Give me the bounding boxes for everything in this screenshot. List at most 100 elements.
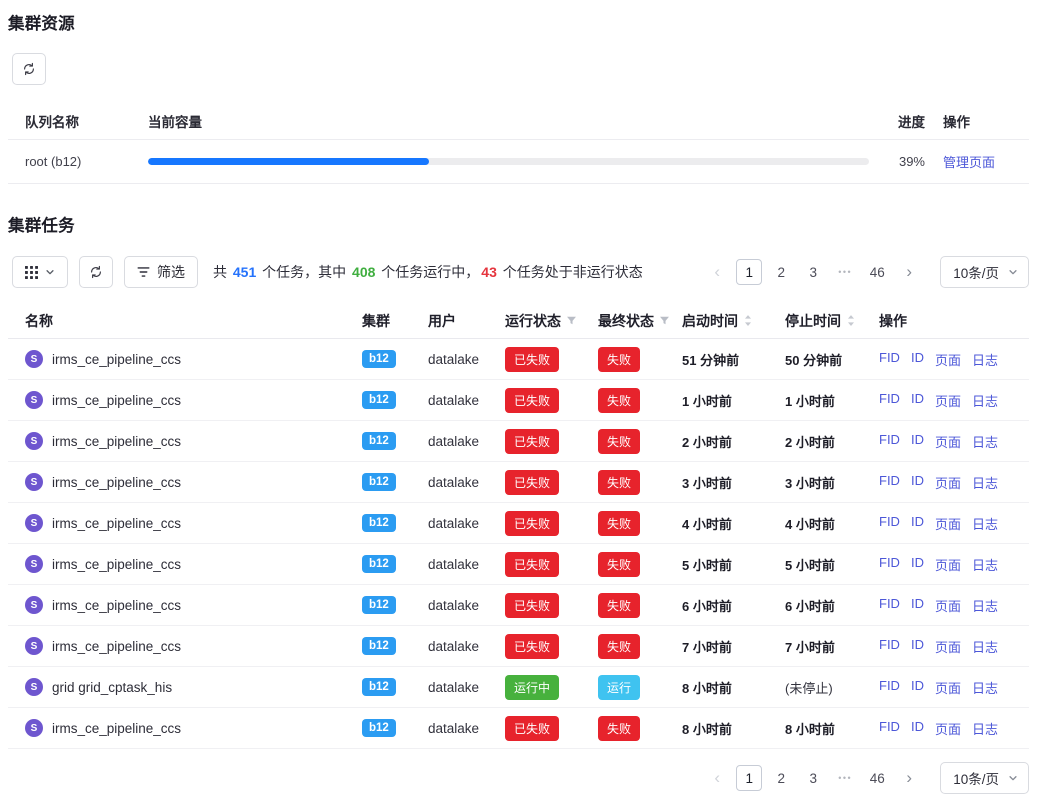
chevron-down-icon — [1008, 773, 1018, 783]
col-queue-name: 队列名称 — [8, 111, 148, 131]
action-link-log[interactable]: 日志 — [972, 637, 998, 656]
table-row: S irms_ce_pipeline_ccs b12 datalake 已失败 … — [8, 626, 1029, 667]
queue-name: root (b12) — [8, 154, 148, 169]
filter-button[interactable]: 筛选 — [124, 256, 198, 288]
action-link-fid[interactable]: FID — [879, 678, 900, 697]
action-link-page[interactable]: 页面 — [935, 555, 961, 574]
pagination-page-46[interactable]: 46 — [864, 765, 890, 791]
filter-funnel-icon[interactable] — [566, 315, 577, 326]
action-link-log[interactable]: 日志 — [972, 719, 998, 738]
table-row: S irms_ce_pipeline_ccs b12 datalake 已失败 … — [8, 585, 1029, 626]
action-link-id[interactable]: ID — [911, 350, 924, 369]
run-status-badge: 已失败 — [505, 716, 559, 741]
pagination-current-page[interactable]: 1 — [736, 765, 762, 791]
action-link-page[interactable]: 页面 — [935, 637, 961, 656]
action-link-fid[interactable]: FID — [879, 391, 900, 410]
final-status-badge: 失败 — [598, 388, 640, 413]
sort-icon[interactable] — [846, 313, 856, 328]
resources-refresh-button[interactable] — [12, 53, 46, 85]
cluster-tag: b12 — [362, 432, 396, 450]
action-link-page[interactable]: 页面 — [935, 473, 961, 492]
action-link-fid[interactable]: FID — [879, 719, 900, 738]
pagination-next[interactable]: › — [896, 259, 922, 285]
action-link-log[interactable]: 日志 — [972, 473, 998, 492]
action-link-page[interactable]: 页面 — [935, 432, 961, 451]
action-link-log[interactable]: 日志 — [972, 678, 998, 697]
page-size-select[interactable]: 10条/页 — [940, 256, 1029, 288]
action-link-fid[interactable]: FID — [879, 514, 900, 533]
action-link-id[interactable]: ID — [911, 596, 924, 615]
action-link-id[interactable]: ID — [911, 391, 924, 410]
pagination-next[interactable]: › — [896, 765, 922, 791]
pagination-page-3[interactable]: 3 — [800, 765, 826, 791]
start-time: 7 小时前 — [682, 637, 785, 656]
action-link-page[interactable]: 页面 — [935, 678, 961, 697]
task-actions: FID ID 页面日志 — [879, 678, 1029, 697]
table-row: S irms_ce_pipeline_ccs b12 datalake 已失败 … — [8, 339, 1029, 380]
col-final-status: 最终状态 — [598, 311, 682, 331]
task-actions: FID ID 页面日志 — [879, 350, 1029, 369]
tasks-refresh-button[interactable] — [79, 256, 113, 288]
task-name: grid grid_cptask_his — [52, 680, 172, 695]
action-link-fid[interactable]: FID — [879, 596, 900, 615]
task-name: irms_ce_pipeline_ccs — [52, 475, 181, 490]
col-user: 用户 — [428, 311, 505, 331]
action-link-id[interactable]: ID — [911, 637, 924, 656]
action-link-fid[interactable]: FID — [879, 350, 900, 369]
filter-funnel-icon[interactable] — [659, 315, 670, 326]
task-name: irms_ce_pipeline_ccs — [52, 598, 181, 613]
pagination-page-3[interactable]: 3 — [800, 259, 826, 285]
task-table-body: S irms_ce_pipeline_ccs b12 datalake 已失败 … — [8, 339, 1029, 749]
action-link-page[interactable]: 页面 — [935, 719, 961, 738]
start-time: 4 小时前 — [682, 514, 785, 533]
action-link-page[interactable]: 页面 — [935, 514, 961, 533]
final-status-badge: 运行 — [598, 675, 640, 700]
action-link-log[interactable]: 日志 — [972, 514, 998, 533]
action-link-page[interactable]: 页面 — [935, 391, 961, 410]
table-row: S irms_ce_pipeline_ccs b12 datalake 已失败 … — [8, 708, 1029, 749]
run-status-badge: 已失败 — [505, 388, 559, 413]
task-user: datalake — [428, 639, 505, 654]
action-link-id[interactable]: ID — [911, 555, 924, 574]
pagination-current-page[interactable]: 1 — [736, 259, 762, 285]
pagination-prev[interactable]: ‹ — [704, 259, 730, 285]
filter-button-label: 筛选 — [157, 262, 185, 282]
pagination: ‹123•••46› — [704, 765, 922, 791]
grid-view-button[interactable] — [12, 256, 68, 288]
final-status-badge: 失败 — [598, 511, 640, 536]
final-status-badge: 失败 — [598, 634, 640, 659]
action-link-fid[interactable]: FID — [879, 555, 900, 574]
stop-time: 50 分钟前 — [785, 350, 879, 369]
bottom-pagination-bar: ‹123•••46› 10条/页 — [8, 762, 1029, 794]
action-link-id[interactable]: ID — [911, 432, 924, 451]
pagination-page-2[interactable]: 2 — [768, 765, 794, 791]
action-link-fid[interactable]: FID — [879, 432, 900, 451]
action-link-log[interactable]: 日志 — [972, 391, 998, 410]
task-name: irms_ce_pipeline_ccs — [52, 639, 181, 654]
avatar: S — [25, 473, 43, 491]
avatar: S — [25, 637, 43, 655]
action-link-fid[interactable]: FID — [879, 473, 900, 492]
action-link-id[interactable]: ID — [911, 514, 924, 533]
pagination-page-2[interactable]: 2 — [768, 259, 794, 285]
action-link-log[interactable]: 日志 — [972, 596, 998, 615]
action-link-id[interactable]: ID — [911, 473, 924, 492]
action-link-log[interactable]: 日志 — [972, 350, 998, 369]
progress-fill — [148, 158, 429, 165]
action-link-log[interactable]: 日志 — [972, 432, 998, 451]
action-link-fid[interactable]: FID — [879, 637, 900, 656]
action-link-id[interactable]: ID — [911, 678, 924, 697]
run-status-badge: 已失败 — [505, 634, 559, 659]
action-link-id[interactable]: ID — [911, 719, 924, 738]
pagination-prev[interactable]: ‹ — [704, 765, 730, 791]
manage-page-link[interactable]: 管理页面 — [943, 155, 995, 170]
action-link-page[interactable]: 页面 — [935, 350, 961, 369]
task-name: irms_ce_pipeline_ccs — [52, 352, 181, 367]
sort-icon[interactable] — [743, 313, 753, 328]
page-size-select[interactable]: 10条/页 — [940, 762, 1029, 794]
action-link-log[interactable]: 日志 — [972, 555, 998, 574]
start-time: 8 小时前 — [682, 678, 785, 697]
table-row: S irms_ce_pipeline_ccs b12 datalake 已失败 … — [8, 544, 1029, 585]
pagination-page-46[interactable]: 46 — [864, 259, 890, 285]
action-link-page[interactable]: 页面 — [935, 596, 961, 615]
